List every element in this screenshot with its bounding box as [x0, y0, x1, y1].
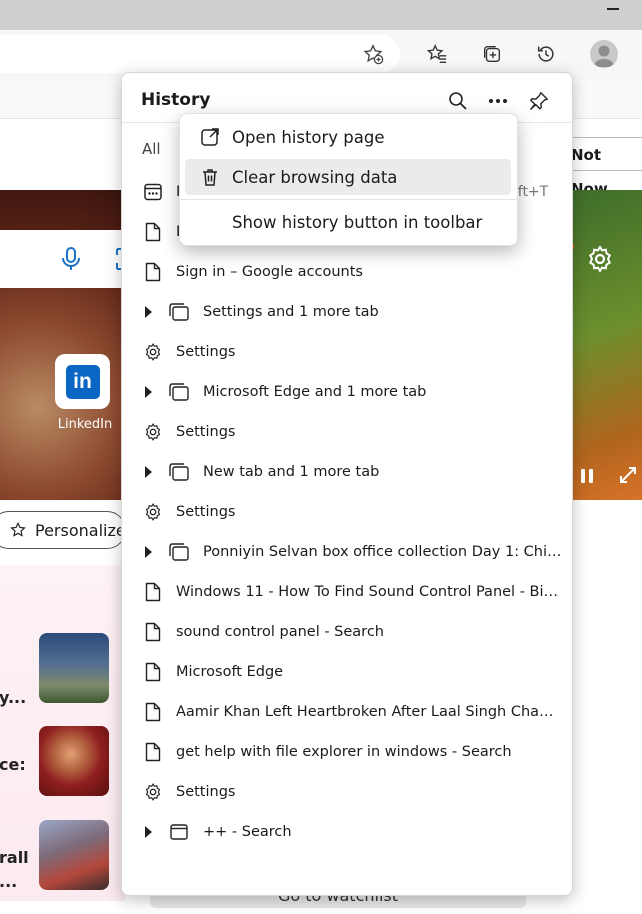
history-group-row[interactable]: Ponniyin Selvan box office collection Da… — [122, 532, 572, 572]
history-group-row[interactable]: Microsoft Edge and 1 more tab — [122, 372, 572, 412]
expand-icon[interactable] — [619, 466, 637, 484]
history-row[interactable]: Aamir Khan Left Heartbroken After Laal S… — [122, 692, 572, 732]
history-item-label: sound control panel - Search — [176, 624, 384, 640]
news-thumbnail[interactable] — [39, 633, 109, 703]
history-item-label: New tab and 1 more tab — [203, 464, 380, 480]
history-row[interactable]: Settings — [122, 492, 572, 532]
history-item-label: Microsoft Edge and 1 more tab — [203, 384, 427, 400]
history-row[interactable]: get help with file explorer in windows -… — [122, 732, 572, 772]
chevron-right-icon[interactable] — [143, 305, 153, 319]
trash-icon — [199, 166, 221, 188]
favorites-icon[interactable] — [422, 39, 452, 69]
tabs-icon — [168, 301, 190, 323]
history-group-row[interactable]: ++ - Search — [122, 812, 572, 852]
profile-avatar[interactable] — [590, 40, 618, 68]
history-item-label: Settings — [176, 784, 236, 800]
page-icon — [142, 621, 164, 643]
pause-icon[interactable] — [579, 468, 595, 484]
news-thumbnail[interactable] — [39, 820, 109, 890]
search-icon[interactable] — [444, 87, 472, 115]
history-item-label: Settings and 1 more tab — [203, 304, 379, 320]
page-icon — [142, 221, 164, 243]
tabs-icon — [168, 541, 190, 563]
tabs-icon — [168, 461, 190, 483]
history-row[interactable]: Sign in – Google accounts — [122, 252, 572, 292]
history-row[interactable]: Windows 11 - How To Find Sound Control P… — [122, 572, 572, 612]
address-bar[interactable] — [0, 35, 400, 73]
news-snippet[interactable]: ce: — [0, 755, 26, 774]
news-snippet[interactable]: rall — [0, 848, 29, 867]
page-right-area — [570, 500, 642, 901]
history-row[interactable]: Settings — [122, 412, 572, 452]
title-bar — [0, 0, 642, 30]
history-group-row[interactable]: Settings and 1 more tab — [122, 292, 572, 332]
menu-divider — [180, 199, 517, 200]
chevron-right-icon[interactable] — [143, 465, 153, 479]
history-item-label: Settings — [176, 504, 236, 520]
menu-item-label: Open history page — [232, 127, 385, 147]
history-item-label: Sign in – Google accounts — [176, 264, 363, 280]
gear-icon[interactable] — [585, 244, 615, 274]
page-icon — [142, 661, 164, 683]
show-history-button-item[interactable]: Show history button in toolbar — [185, 204, 511, 240]
tabs-icon — [168, 381, 190, 403]
gear-icon — [142, 501, 164, 523]
clear-browsing-data-item[interactable]: Clear browsing data — [185, 159, 511, 195]
calendar-icon — [142, 181, 164, 203]
history-item-label: Aamir Khan Left Heartbroken After Laal S… — [176, 704, 562, 720]
history-group-row[interactable]: New tab and 1 more tab — [122, 452, 572, 492]
history-item-label: Settings — [176, 424, 236, 440]
gear-icon — [142, 421, 164, 443]
personalize-label: Personalize — [35, 520, 126, 540]
background-image-right — [570, 190, 642, 500]
add-favorite-icon[interactable] — [358, 39, 388, 69]
page-icon — [142, 261, 164, 283]
menu-item-label: Show history button in toolbar — [232, 212, 483, 232]
personalize-icon — [9, 521, 27, 539]
open-external-icon — [199, 126, 221, 148]
history-row[interactable]: sound control panel - Search — [122, 612, 572, 652]
news-snippet[interactable]: y... — [0, 688, 26, 707]
gear-icon — [142, 341, 164, 363]
chevron-right-icon[interactable] — [143, 825, 153, 839]
history-row[interactable]: Microsoft Edge — [122, 652, 572, 692]
minimize-icon[interactable] — [607, 8, 619, 10]
menu-item-label: Clear browsing data — [232, 167, 398, 187]
page-icon — [142, 741, 164, 763]
chevron-right-icon[interactable] — [143, 545, 153, 559]
chevron-right-icon[interactable] — [143, 385, 153, 399]
history-options-menu: Open history page Clear browsing data Sh… — [179, 113, 518, 246]
page-icon — [142, 581, 164, 603]
tab-icon — [168, 821, 190, 843]
page-icon — [142, 701, 164, 723]
more-options-icon[interactable] — [484, 87, 512, 115]
tab-all[interactable]: All — [142, 140, 161, 158]
collections-icon[interactable] — [477, 39, 507, 69]
linkedin-label: LinkedIn — [57, 417, 113, 432]
history-item-label: Windows 11 - How To Find Sound Control P… — [176, 584, 562, 600]
history-item-label: get help with file explorer in windows -… — [176, 744, 512, 760]
personalize-button[interactable]: Personalize — [0, 511, 126, 549]
gear-icon — [142, 781, 164, 803]
pin-icon[interactable] — [525, 87, 553, 115]
linkedin-tile[interactable]: in — [55, 354, 110, 409]
microphone-icon[interactable] — [60, 246, 82, 272]
history-item-label: ++ - Search — [203, 824, 292, 840]
history-item-label: Microsoft Edge — [176, 664, 284, 680]
search-box[interactable] — [0, 230, 140, 288]
news-thumbnail[interactable] — [39, 726, 109, 796]
linkedin-logo: in — [65, 364, 100, 399]
history-item-label: Settings — [176, 344, 236, 360]
history-icon[interactable] — [531, 39, 561, 69]
open-history-page-item[interactable]: Open history page — [185, 119, 511, 155]
news-snippet[interactable]: ... — [0, 872, 17, 891]
history-item-label: Ponniyin Selvan box office collection Da… — [203, 544, 562, 560]
history-row[interactable]: Settings — [122, 332, 572, 372]
panel-title: History — [141, 90, 211, 110]
history-row[interactable]: Settings — [122, 772, 572, 812]
